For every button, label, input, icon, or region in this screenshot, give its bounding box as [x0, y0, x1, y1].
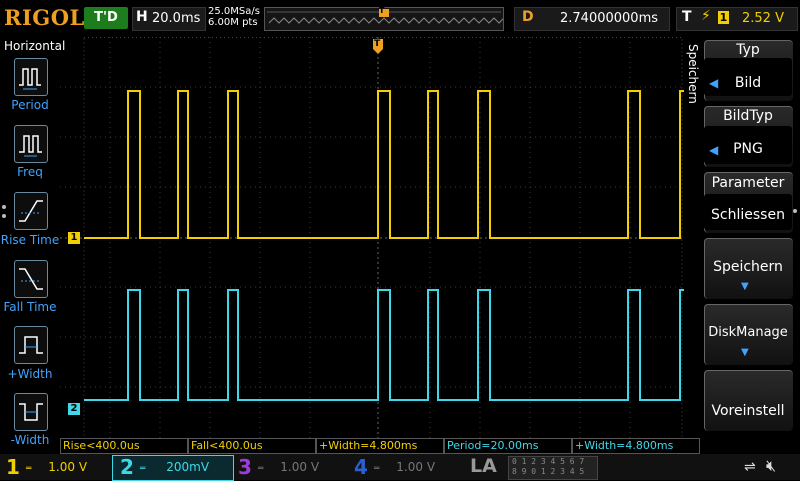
down-arrow-icon: ▼: [741, 281, 749, 292]
ch3-number[interactable]: 3: [238, 455, 252, 479]
left-menu-title: Horizontal: [4, 39, 66, 53]
ch1-offset-marker[interactable]: 1: [68, 232, 80, 244]
trigger-marker-letter: T: [374, 39, 381, 49]
ch4-scale-box[interactable]: ═ 1.00 V: [374, 458, 458, 476]
ch4-number[interactable]: 4: [354, 455, 368, 479]
dc-coupling-icon: ═: [258, 464, 267, 474]
trigger-level-value: 2.52 V: [742, 11, 784, 26]
neg-width-button[interactable]: [14, 393, 48, 431]
ch2-number[interactable]: 2: [120, 455, 134, 479]
typ-title: Typ: [736, 42, 760, 58]
ch1-scale: 1.00 V: [48, 460, 88, 474]
ch2-scale: 200mV: [166, 460, 210, 474]
memory-trigger-marker-label: T: [379, 6, 385, 15]
ch3-scale-box[interactable]: ═ 1.00 V: [258, 458, 342, 476]
rise-time-button[interactable]: [14, 192, 48, 230]
measurement-item[interactable]: Rise<400.0us: [60, 438, 188, 454]
fall-time-button[interactable]: [14, 260, 48, 298]
ch2-offset-marker[interactable]: 2: [68, 403, 80, 415]
freq-button[interactable]: [14, 125, 48, 163]
fall-time-icon: [19, 268, 43, 290]
usb-icon: ⇌: [744, 459, 756, 475]
timebase-value: 20.0ms: [152, 11, 201, 26]
neg-width-icon: [19, 403, 43, 421]
trigger-label: T: [682, 9, 692, 25]
rise-time-label: Rise Time: [0, 233, 60, 247]
waveform-display[interactable]: [60, 37, 684, 439]
scroll-dot: [2, 214, 6, 218]
rising-edge-icon: ⚡: [701, 8, 711, 24]
parameter-title: Parameter: [711, 175, 785, 191]
la-label[interactable]: LA: [470, 455, 497, 477]
period-label: Period: [11, 98, 49, 112]
parameter-value: Schliessen: [711, 207, 785, 223]
scroll-dot: [2, 205, 6, 209]
memory-depth: 6.00M pts: [208, 17, 258, 28]
ch3-scale: 1.00 V: [280, 460, 320, 474]
trigger-status-badge: T'D: [84, 7, 128, 29]
delay-value: 2.74000000ms: [560, 11, 659, 26]
scroll-dot: [793, 209, 797, 213]
freq-icon: [19, 135, 42, 157]
neg-width-label: -Width: [10, 433, 50, 447]
dc-coupling-icon: ═: [26, 464, 35, 474]
voreinstell-label: Voreinstell: [711, 403, 785, 419]
period-icon: [19, 68, 41, 90]
fall-time-label: Fall Time: [3, 300, 57, 314]
down-arrow-icon: ▼: [741, 347, 749, 358]
dc-coupling-icon: ═: [140, 464, 149, 474]
typ-value: Bild: [734, 75, 762, 91]
measurement-item[interactable]: +Width=4.800ms: [572, 438, 700, 454]
la-digits-top: 0 1 2 3 4 5 6 7: [512, 457, 585, 466]
ch1-scale-box[interactable]: ═ 1.00 V: [26, 458, 110, 476]
period-button[interactable]: [14, 58, 48, 96]
ch1-waveform: [84, 90, 684, 239]
voreinstell-button[interactable]: [704, 370, 793, 431]
rise-time-icon: [19, 200, 43, 222]
bildtyp-title: BildTyp: [723, 108, 773, 124]
measurement-item[interactable]: Period=20.00ms: [444, 438, 572, 454]
right-menu-side-label: Speichern: [686, 44, 700, 104]
ch4-scale: 1.00 V: [396, 460, 436, 474]
ch1-number[interactable]: 1: [6, 455, 20, 479]
pos-width-icon: [19, 336, 43, 354]
speichern-label: Speichern: [713, 259, 783, 275]
brand-logo: RIGOL: [4, 5, 85, 30]
dc-coupling-icon: ═: [374, 464, 383, 474]
sample-rate: 25.0MSa/s: [208, 6, 260, 17]
measurement-item[interactable]: +Width=4.800ms: [316, 438, 444, 454]
ch2-scale-box[interactable]: ═ 200mV: [140, 458, 230, 476]
pos-width-button[interactable]: [14, 326, 48, 364]
la-channel-grid[interactable]: 0 1 2 3 4 5 6 7 8 9 0 1 2 3 4 5: [508, 456, 598, 480]
pos-width-label: +Width: [7, 367, 53, 381]
speaker-muted-icon[interactable]: 🔇︎: [766, 456, 776, 476]
bildtyp-value: PNG: [733, 141, 763, 157]
timebase-label: H: [136, 9, 148, 25]
la-digits-bottom: 8 9 0 1 2 3 4 5: [512, 467, 585, 476]
freq-label: Freq: [17, 165, 43, 179]
ch2-waveform: [84, 289, 684, 401]
delay-label: D: [522, 9, 534, 25]
trigger-source-badge: 1: [718, 11, 729, 24]
diskmanage-label: DiskManage: [708, 325, 788, 340]
measurement-item[interactable]: Fall<400.0us: [188, 438, 316, 454]
